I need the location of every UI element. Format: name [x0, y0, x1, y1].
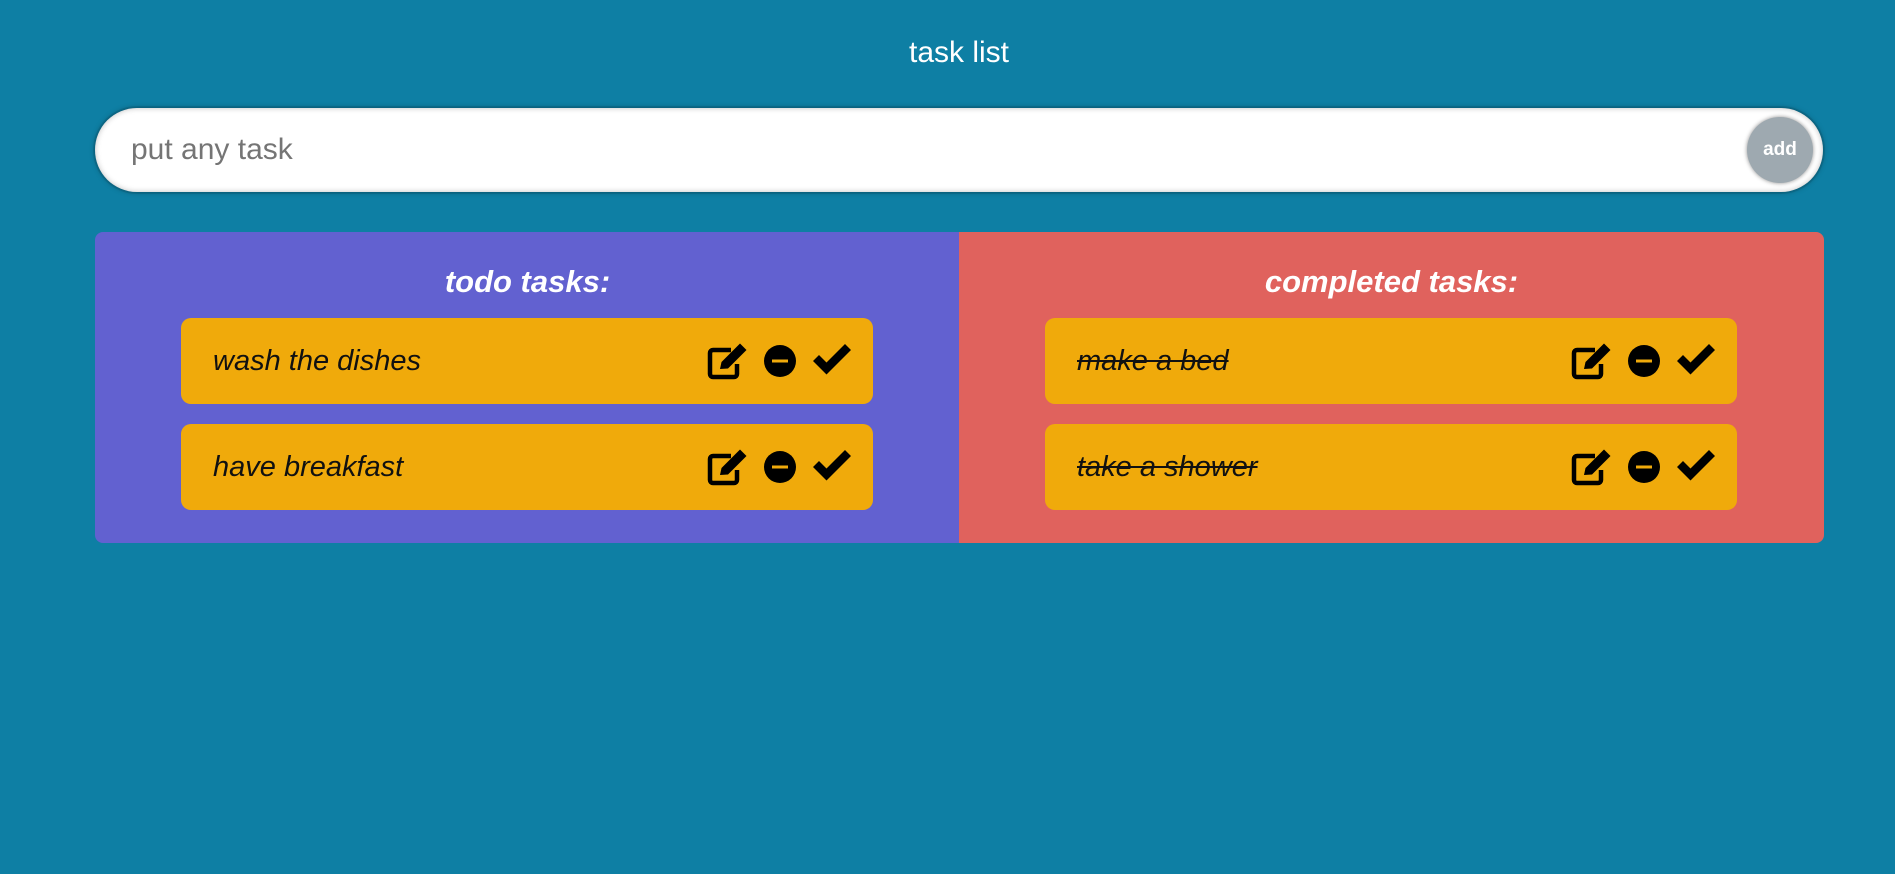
- edit-icon[interactable]: [707, 342, 749, 380]
- task-text: wash the dishes: [213, 345, 421, 377]
- check-icon[interactable]: [811, 450, 853, 484]
- todo-panel: todo tasks: wash the dishes have breakfa…: [95, 232, 960, 543]
- remove-icon[interactable]: [1627, 450, 1661, 484]
- task-input-bar: add: [95, 108, 1823, 192]
- task-text: have breakfast: [213, 451, 404, 483]
- edit-icon[interactable]: [1571, 448, 1613, 486]
- remove-icon[interactable]: [1627, 344, 1661, 378]
- todo-task-item: have breakfast: [181, 424, 873, 510]
- completed-task-item: take a shower: [1045, 424, 1737, 510]
- completed-heading: completed tasks:: [1264, 264, 1519, 299]
- task-input[interactable]: [131, 108, 1711, 192]
- remove-icon[interactable]: [763, 450, 797, 484]
- edit-icon[interactable]: [707, 448, 749, 486]
- task-actions: [1571, 424, 1717, 510]
- remove-icon[interactable]: [763, 344, 797, 378]
- check-icon[interactable]: [811, 344, 853, 378]
- task-text: take a shower: [1077, 451, 1258, 483]
- page-title: task list: [908, 36, 1010, 69]
- add-button[interactable]: add: [1747, 117, 1813, 183]
- todo-heading: todo tasks:: [444, 264, 611, 299]
- completed-task-item: make a bed: [1045, 318, 1737, 404]
- task-text: make a bed: [1077, 345, 1229, 377]
- completed-panel: completed tasks: make a bed take a showe…: [959, 232, 1824, 543]
- edit-icon[interactable]: [1571, 342, 1613, 380]
- task-actions: [1571, 318, 1717, 404]
- todo-task-item: wash the dishes: [181, 318, 873, 404]
- task-actions: [707, 318, 853, 404]
- task-actions: [707, 424, 853, 510]
- check-icon[interactable]: [1675, 450, 1717, 484]
- app-root: task list add todo tasks: wash the dishe…: [0, 0, 1895, 874]
- check-icon[interactable]: [1675, 344, 1717, 378]
